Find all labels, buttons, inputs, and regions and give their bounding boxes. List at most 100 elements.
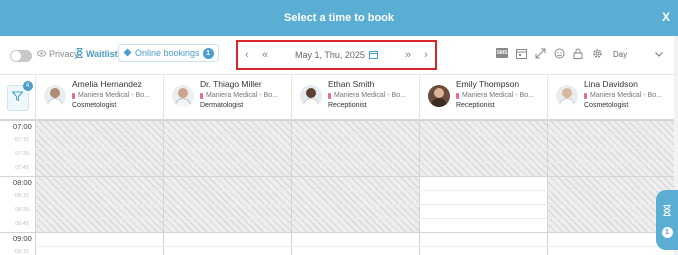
staff-column bbox=[35, 120, 163, 255]
next-day-button[interactable]: › bbox=[417, 49, 435, 61]
waitlist-badge: 1 bbox=[661, 226, 673, 238]
view-select[interactable]: Day bbox=[609, 45, 667, 63]
location-pin-icon bbox=[328, 92, 331, 99]
staff-location: Maniera Medical - Bo... bbox=[456, 92, 534, 99]
avatar-body bbox=[47, 98, 63, 107]
toggle-knob bbox=[11, 51, 21, 61]
eye-icon bbox=[37, 49, 46, 59]
avatar bbox=[428, 85, 450, 107]
date-display[interactable]: May 1, Thu, 2025 bbox=[274, 50, 399, 61]
calendar-toolbar: Privacy Waitlist Online bookings 1 ‹ « M… bbox=[0, 36, 678, 74]
privacy-option[interactable]: Privacy bbox=[37, 49, 79, 59]
staff-column-header[interactable]: Emily Thompson Maniera Medical - Bo... R… bbox=[419, 75, 547, 120]
staff-location: Maniera Medical - Bo... bbox=[584, 92, 662, 99]
current-date: May 1, Thu, 2025 bbox=[295, 50, 365, 60]
quarter-line bbox=[35, 162, 678, 163]
time-sublabel: 07:30 bbox=[15, 151, 29, 157]
quarter-line bbox=[35, 148, 678, 149]
online-bookings-badge: 1 bbox=[202, 47, 214, 59]
calendar-grid-icon[interactable] bbox=[515, 47, 527, 59]
time-column: 07:00 07:15 07:30 07:45 08:00 08:15 08:3… bbox=[0, 120, 35, 255]
quarter-line bbox=[35, 190, 678, 191]
staff-column-header[interactable]: Lina Davidson Maniera Medical - Bo... Co… bbox=[547, 75, 670, 120]
expand-icon[interactable] bbox=[534, 47, 546, 59]
staff-column bbox=[163, 120, 291, 255]
privacy-toggle[interactable] bbox=[10, 50, 32, 62]
avatar-head bbox=[178, 88, 188, 98]
staff-name: Amelia Hernandez bbox=[72, 79, 142, 89]
toolbar-icons: SMS bbox=[496, 47, 603, 59]
time-sublabel: 09:15 bbox=[15, 249, 29, 255]
time-label: 08:00 bbox=[13, 178, 32, 187]
prev-week-button[interactable]: « bbox=[256, 49, 274, 61]
staff-column-header[interactable]: Ethan Smith Maniera Medical - Bo... Rece… bbox=[291, 75, 419, 120]
staff-name: Dr. Thiago Miller bbox=[200, 79, 262, 89]
avatar-body bbox=[303, 98, 319, 107]
time-sublabel: 08:15 bbox=[15, 193, 29, 199]
staff-name: Ethan Smith bbox=[328, 79, 375, 89]
staff-info: Dr. Thiago Miller Maniera Medical - Bo..… bbox=[200, 79, 278, 109]
time-label: 07:00 bbox=[13, 122, 32, 131]
staff-role: Cosmetologist bbox=[72, 102, 117, 109]
date-navigator: ‹ « May 1, Thu, 2025 » › bbox=[236, 40, 437, 70]
avatar bbox=[172, 85, 194, 107]
quarter-line bbox=[35, 134, 678, 135]
online-bookings-label: Online bookings bbox=[135, 48, 200, 58]
staff-info: Lina Davidson Maniera Medical - Bo... Co… bbox=[584, 79, 662, 109]
filter-icon bbox=[11, 91, 24, 105]
close-button[interactable]: X bbox=[662, 10, 670, 24]
location-pin-icon bbox=[584, 92, 587, 99]
time-slot[interactable] bbox=[164, 232, 291, 255]
waitlist-label: Waitlist bbox=[86, 49, 118, 59]
staff-location: Maniera Medical - Bo... bbox=[200, 92, 278, 99]
avatar-body bbox=[559, 98, 575, 107]
hour-line bbox=[0, 176, 678, 177]
location-pin-icon bbox=[200, 92, 203, 99]
waitlist-side-widget[interactable]: 1 bbox=[656, 190, 678, 250]
quarter-line bbox=[35, 246, 678, 247]
avatar-head bbox=[562, 88, 572, 98]
filter-badge: 4 bbox=[22, 80, 33, 91]
chevron-down-icon bbox=[655, 50, 663, 59]
avatar-body bbox=[175, 98, 191, 107]
staff-column bbox=[291, 120, 419, 255]
time-slot[interactable] bbox=[292, 232, 419, 255]
staff-role: Receptionist bbox=[456, 102, 495, 109]
calendar-icon bbox=[368, 50, 378, 61]
time-sublabel: 07:45 bbox=[15, 165, 29, 171]
privacy-label: Privacy bbox=[49, 49, 79, 59]
staff-info: Ethan Smith Maniera Medical - Bo... Rece… bbox=[328, 79, 406, 109]
lock-icon[interactable] bbox=[572, 47, 584, 59]
online-bookings-button[interactable]: Online bookings 1 bbox=[118, 44, 219, 62]
staff-location: Maniera Medical - Bo... bbox=[328, 92, 406, 99]
sms-icon[interactable]: SMS bbox=[496, 48, 508, 58]
smiley-icon[interactable] bbox=[553, 47, 565, 59]
staff-column-header[interactable]: Dr. Thiago Miller Maniera Medical - Bo..… bbox=[163, 75, 291, 120]
avatar-head bbox=[434, 88, 444, 98]
quarter-line bbox=[35, 218, 678, 219]
hourglass-icon bbox=[663, 203, 671, 221]
waitlist-button[interactable]: Waitlist bbox=[76, 48, 118, 60]
staff-header: 4 Amelia Hernandez Maniera Medical - Bo.… bbox=[0, 74, 678, 120]
staff-info: Emily Thompson Maniera Medical - Bo... R… bbox=[456, 79, 534, 109]
time-label: 09:00 bbox=[13, 234, 32, 243]
staff-column-header[interactable]: Amelia Hernandez Maniera Medical - Bo...… bbox=[35, 75, 163, 120]
next-week-button[interactable]: » bbox=[399, 49, 417, 61]
avatar-head bbox=[50, 88, 60, 98]
avatar bbox=[300, 85, 322, 107]
staff-location-text: Maniera Medical - Bo... bbox=[78, 92, 150, 99]
staff-role: Receptionist bbox=[328, 102, 367, 109]
time-sublabel: 08:30 bbox=[15, 207, 29, 213]
time-sublabel: 07:15 bbox=[15, 137, 29, 143]
prev-day-button[interactable]: ‹ bbox=[238, 49, 256, 61]
gear-icon[interactable] bbox=[591, 47, 603, 59]
schedule-grid: 07:00 07:15 07:30 07:45 08:00 08:15 08:3… bbox=[0, 120, 678, 255]
time-sublabel: 08:45 bbox=[15, 221, 29, 227]
staff-location: Maniera Medical - Bo... bbox=[72, 92, 150, 99]
avatar-head bbox=[306, 88, 316, 98]
available-time-slot[interactable] bbox=[420, 176, 547, 255]
time-slot[interactable] bbox=[36, 232, 163, 255]
filter-button[interactable]: 4 bbox=[6, 80, 33, 111]
hourglass-icon bbox=[76, 48, 83, 60]
filter-cell: 4 bbox=[0, 75, 35, 120]
